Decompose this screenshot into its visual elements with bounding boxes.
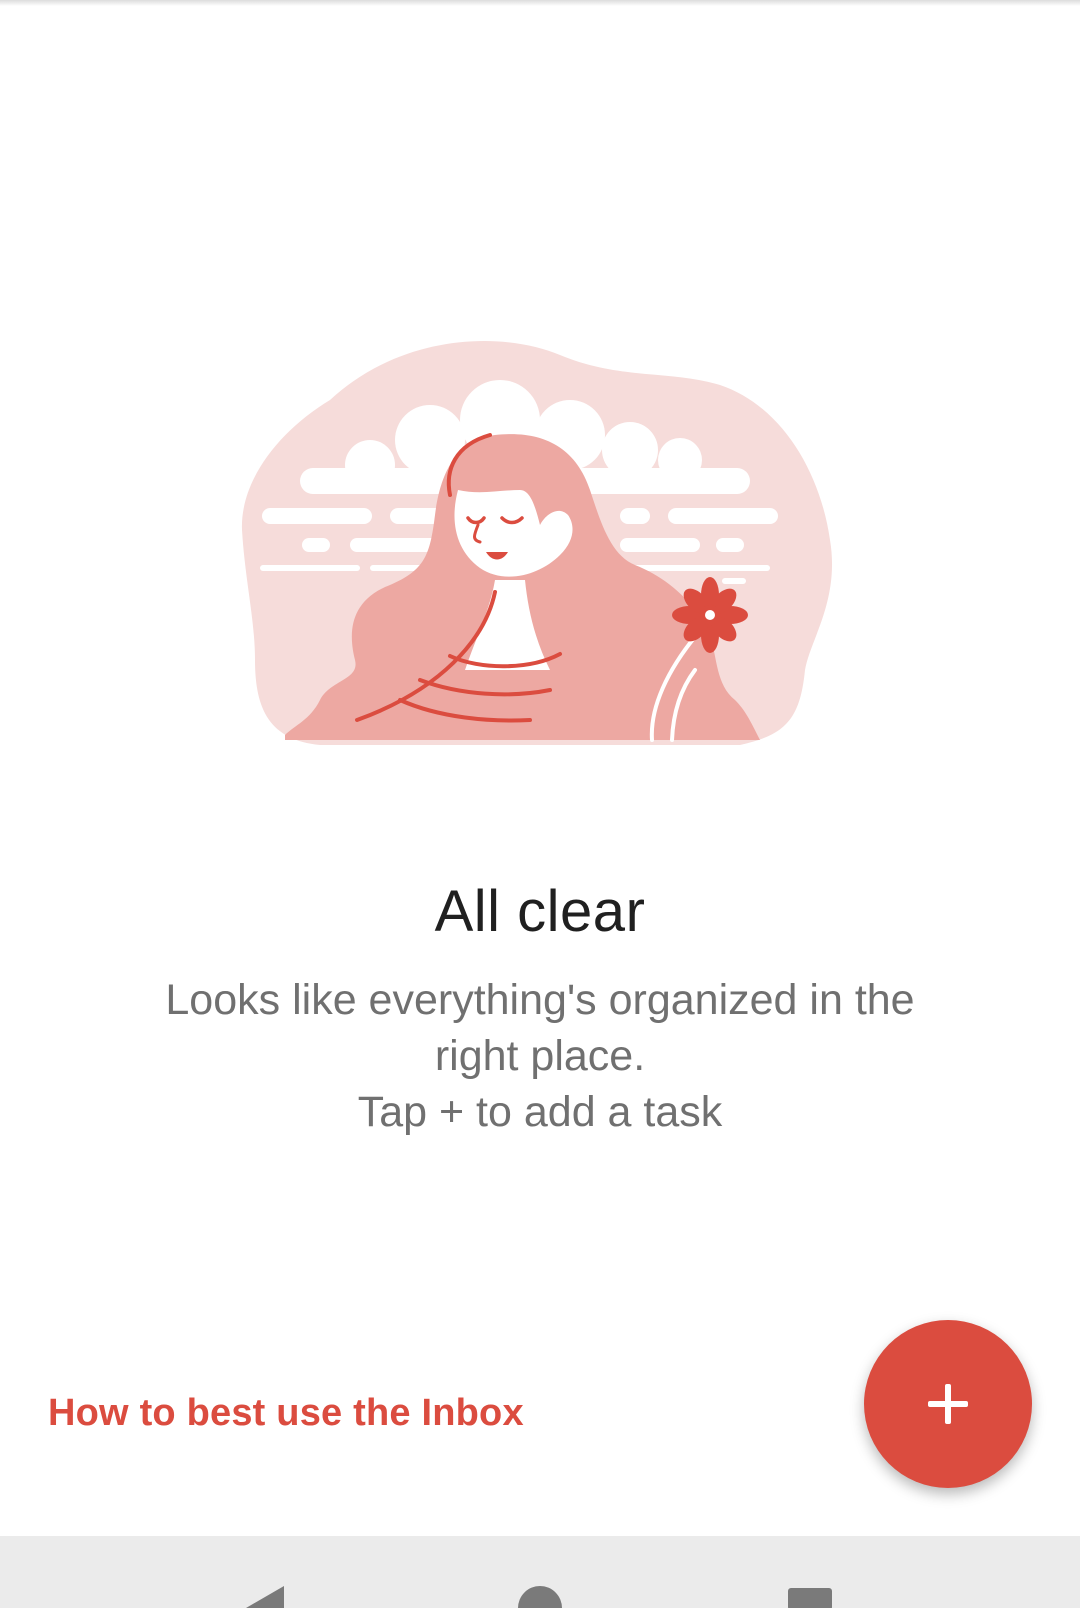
empty-state-line-3: Tap + to add a task (357, 1088, 723, 1136)
inbox-help-link[interactable]: How to best use the Inbox (48, 1392, 524, 1435)
home-icon[interactable] (516, 1586, 564, 1608)
empty-state-message: Looks like everything's organized in the… (90, 972, 990, 1140)
empty-state-line-1: Looks like everything's organized in the (165, 976, 915, 1024)
back-icon[interactable] (240, 1586, 290, 1608)
empty-state-line-2: right place. (434, 1032, 646, 1080)
all-clear-illustration (240, 340, 840, 760)
plus-icon (928, 1384, 968, 1424)
empty-state-title: All clear (434, 879, 646, 944)
system-navigation-bar (0, 1536, 1080, 1608)
top-shadow (0, 0, 1080, 6)
recents-icon[interactable] (786, 1586, 834, 1608)
add-task-button[interactable] (864, 1320, 1032, 1488)
